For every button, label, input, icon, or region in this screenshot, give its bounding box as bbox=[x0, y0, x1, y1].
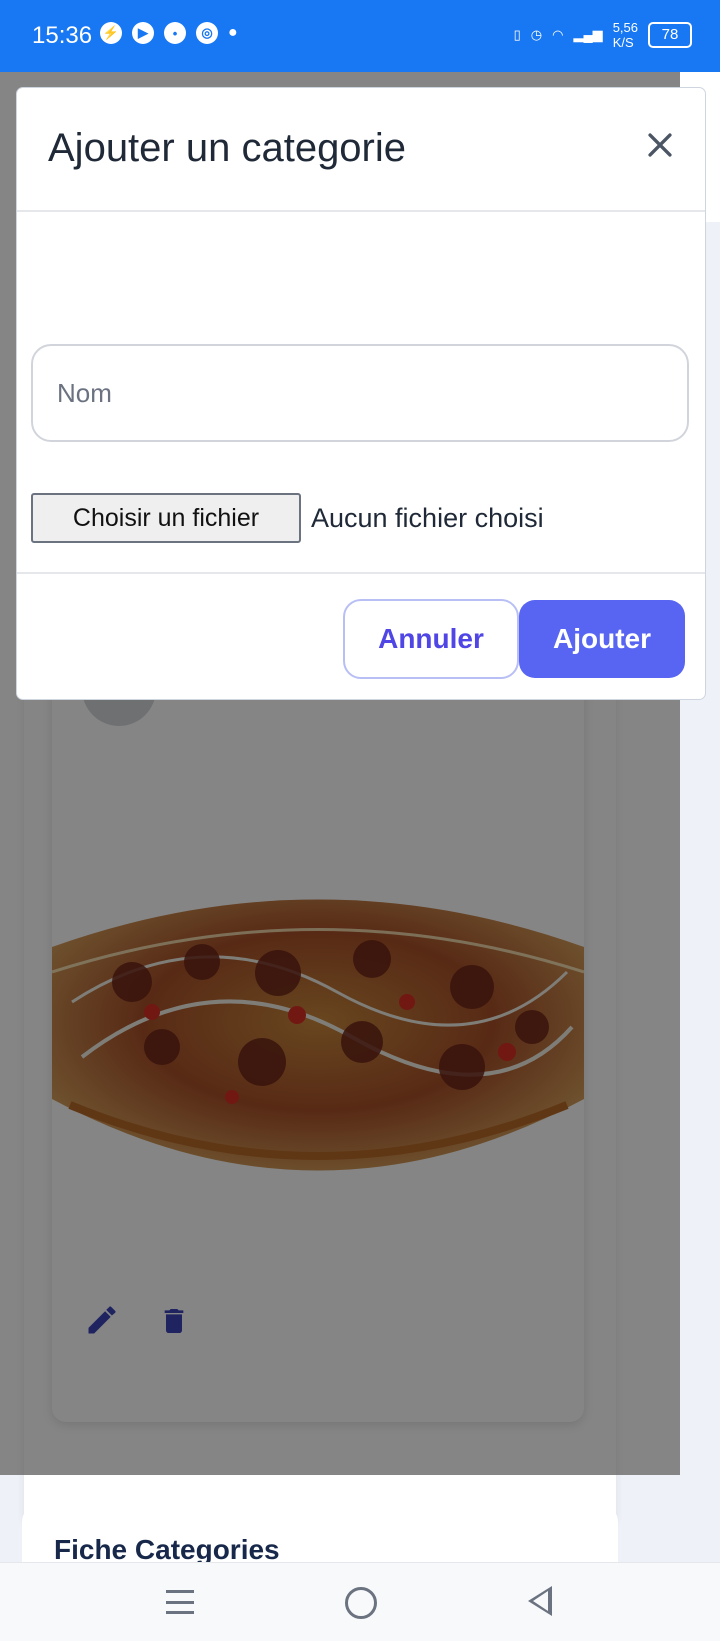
choose-file-button[interactable]: Choisir un fichier bbox=[31, 493, 301, 543]
back-icon[interactable] bbox=[528, 1586, 552, 1616]
alarm-icon: ◷ bbox=[530, 27, 543, 42]
add-category-modal: Ajouter un categorie Choisir un fichier … bbox=[16, 87, 706, 700]
home-icon[interactable] bbox=[345, 1587, 377, 1619]
file-status: Aucun fichier choisi bbox=[311, 502, 544, 533]
wifi-icon: ◠ bbox=[552, 27, 564, 42]
messenger-icon: ⚡ bbox=[100, 22, 122, 44]
instagram-icon: ◎ bbox=[196, 22, 218, 44]
battery-icon: 78 bbox=[648, 22, 692, 48]
modal-title: Ajouter un categorie bbox=[48, 126, 407, 170]
status-time: 15:36 bbox=[32, 22, 93, 49]
youtube-icon: ▶ bbox=[132, 22, 154, 44]
close-icon[interactable] bbox=[643, 128, 677, 162]
network-speed: 5,56 K/S bbox=[612, 20, 638, 50]
android-navigation-bar bbox=[0, 1562, 720, 1641]
cancel-button[interactable]: Annuler bbox=[343, 599, 519, 679]
category-name-input[interactable] bbox=[31, 344, 689, 442]
signal-icon: ▂▄▆ bbox=[573, 27, 603, 42]
status-bar: 15:36 ⚡ ▶ • ◎ ● ▯ ◷ ◠ ▂▄▆ 5,56 K/S 78 bbox=[0, 0, 720, 72]
modal-divider bbox=[17, 572, 705, 574]
menu-icon[interactable] bbox=[166, 1590, 194, 1614]
notification-icons: ⚡ ▶ • ◎ ● bbox=[100, 22, 238, 44]
vibrate-icon: ▯ bbox=[513, 27, 521, 42]
modal-header: Ajouter un categorie bbox=[17, 88, 705, 212]
dot-icon: ● bbox=[228, 24, 238, 41]
system-status: ▯ ◷ ◠ ▂▄▆ 5,56 K/S 78 bbox=[514, 20, 692, 50]
add-button[interactable]: Ajouter bbox=[519, 600, 685, 678]
file-picker: Choisir un fichier Aucun fichier choisi bbox=[31, 493, 544, 543]
chat-icon: • bbox=[164, 22, 186, 44]
